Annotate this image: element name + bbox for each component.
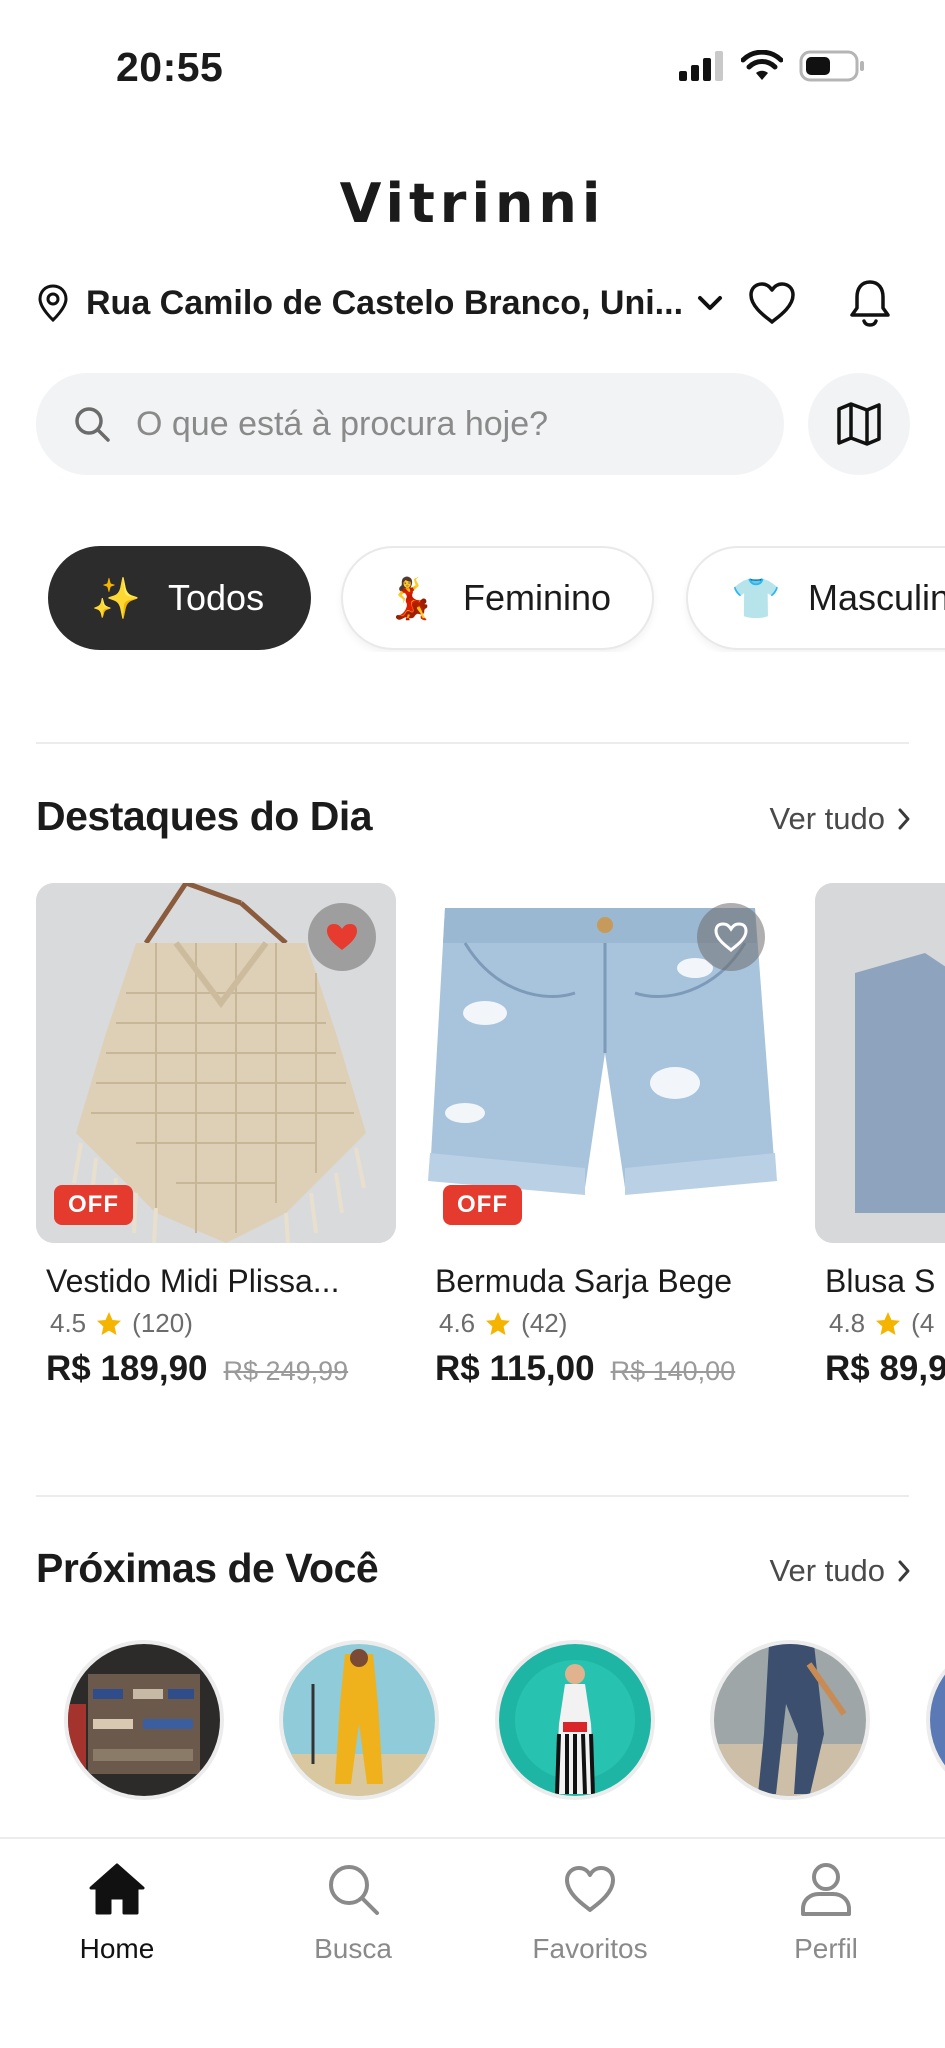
highlights-carousel[interactable]: OFF Vestido Midi Plissa... 4.5 (120) R$ … (0, 883, 945, 1403)
chip-label: Todos (168, 577, 265, 618)
category-chip-todos[interactable]: ✨ Todos (48, 546, 311, 650)
nav-profile[interactable]: Perfil (736, 1859, 916, 1965)
nav-label: Home (79, 1933, 155, 1964)
rating-value: 4.6 (439, 1308, 476, 1338)
heart-icon (560, 1859, 620, 1919)
price: R$ 115,00 (435, 1349, 595, 1388)
shirt-icon: 👕 (731, 576, 781, 621)
old-price: R$ 140,00 (610, 1356, 736, 1386)
category-chip-masculino[interactable]: 👕 Masculino (686, 546, 945, 650)
status-icons (679, 49, 865, 87)
map-icon (837, 402, 881, 446)
see-all-label: Ver tudo (769, 801, 885, 836)
product-name[interactable]: Blusa S (825, 1263, 945, 1300)
user-icon (796, 1859, 856, 1919)
nav-label: Favoritos (532, 1933, 648, 1964)
nav-home[interactable]: Home (27, 1859, 207, 1965)
heart-filled-icon (327, 924, 357, 950)
chevron-right-icon (898, 808, 910, 830)
rating-value: 4.5 (50, 1308, 87, 1338)
section-divider (36, 1495, 909, 1497)
notifications-button[interactable] (842, 275, 898, 331)
chip-label: Feminino (463, 577, 612, 618)
cellular-signal-icon (679, 51, 725, 86)
price-row: R$ 89,9 (825, 1349, 945, 1389)
price: R$ 189,90 (46, 1349, 208, 1388)
nearby-see-all-link[interactable]: Ver tudo (770, 1553, 911, 1589)
product-card[interactable]: Blusa S 4.8 (4 R$ 89,9 (815, 883, 945, 1389)
see-all-label: Ver tudo (769, 1553, 885, 1588)
map-pin-icon (36, 283, 70, 323)
store-avatar[interactable] (495, 1640, 655, 1800)
nearby-stores-carousel[interactable] (0, 1640, 945, 1800)
chevron-down-icon[interactable] (695, 288, 725, 318)
product-rating: 4.5 (120) (50, 1308, 396, 1339)
product-rating: 4.6 (42) (439, 1308, 785, 1339)
location-text[interactable]: Rua Camilo de Castelo Branco, Uni... (86, 284, 683, 323)
store-avatar[interactable] (926, 1640, 945, 1800)
highlights-title: Destaques do Dia (36, 793, 373, 839)
product-image-poncho[interactable]: OFF (36, 883, 396, 1243)
product-card[interactable]: OFF Vestido Midi Plissa... 4.5 (120) R$ … (36, 883, 396, 1389)
favorite-button[interactable] (308, 903, 376, 971)
old-price: R$ 249,99 (223, 1356, 349, 1386)
status-time: 20:55 (116, 44, 224, 90)
highlights-see-all-link[interactable]: Ver tudo (770, 801, 911, 837)
product-name[interactable]: Bermuda Sarja Bege (435, 1263, 775, 1300)
rating-value: 4.8 (829, 1308, 866, 1338)
app-title: Vitrinni (339, 172, 606, 235)
star-icon (486, 1311, 511, 1335)
chevron-right-icon (898, 1560, 910, 1582)
star-icon (97, 1311, 122, 1335)
section-divider (36, 742, 909, 744)
dancer-icon: 💃 (386, 576, 436, 621)
favorite-button[interactable] (697, 903, 765, 971)
product-image-tshirt[interactable] (815, 883, 945, 1243)
price: R$ 89,9 (825, 1349, 945, 1388)
header-favorites-button[interactable] (744, 275, 800, 331)
category-chip-feminino[interactable]: 💃 Feminino (341, 546, 654, 650)
off-badge: OFF (54, 1185, 133, 1225)
review-count: (120) (132, 1308, 193, 1338)
price-row: R$ 115,00 R$ 140,00 (435, 1349, 785, 1389)
bell-icon (850, 280, 890, 327)
location-selector[interactable]: Rua Camilo de Castelo Branco, Uni... (36, 275, 911, 331)
review-count: (4 (911, 1308, 935, 1338)
nearby-title: Próximas de Você (36, 1545, 379, 1591)
search-bar[interactable] (36, 373, 784, 475)
product-rating: 4.8 (4 (829, 1308, 945, 1339)
product-card[interactable]: OFF Bermuda Sarja Bege 4.6 (42) R$ 115,0… (425, 883, 785, 1389)
product-image-shorts[interactable]: OFF (425, 883, 785, 1243)
off-badge: OFF (443, 1185, 522, 1225)
heart-icon (749, 282, 795, 324)
home-icon (87, 1859, 147, 1919)
search-icon (323, 1859, 383, 1919)
sparkles-icon: ✨ (91, 576, 141, 621)
nav-label: Busca (314, 1933, 392, 1964)
battery-icon (799, 50, 865, 87)
bottom-navigation: Home Busca Favoritos Perfil (0, 1837, 945, 2048)
category-chips: ✨ Todos 💃 Feminino 👕 Masculino (0, 546, 945, 652)
chip-label: Masculino (808, 577, 945, 618)
star-icon (876, 1311, 901, 1335)
nav-label: Perfil (794, 1933, 858, 1964)
store-avatar[interactable] (64, 1640, 224, 1800)
search-input[interactable] (136, 404, 736, 444)
nav-favorites[interactable]: Favoritos (500, 1859, 680, 1965)
price-row: R$ 189,90 R$ 249,99 (46, 1349, 396, 1389)
store-avatar[interactable] (279, 1640, 439, 1800)
review-count: (42) (521, 1308, 568, 1338)
product-name[interactable]: Vestido Midi Plissa... (46, 1263, 386, 1300)
nav-search[interactable]: Busca (263, 1859, 443, 1965)
status-bar: 20:55 (0, 0, 945, 140)
wifi-icon (740, 49, 784, 87)
store-avatar[interactable] (710, 1640, 870, 1800)
map-button[interactable] (808, 373, 910, 475)
search-icon (72, 404, 112, 444)
heart-outline-icon (714, 922, 748, 952)
